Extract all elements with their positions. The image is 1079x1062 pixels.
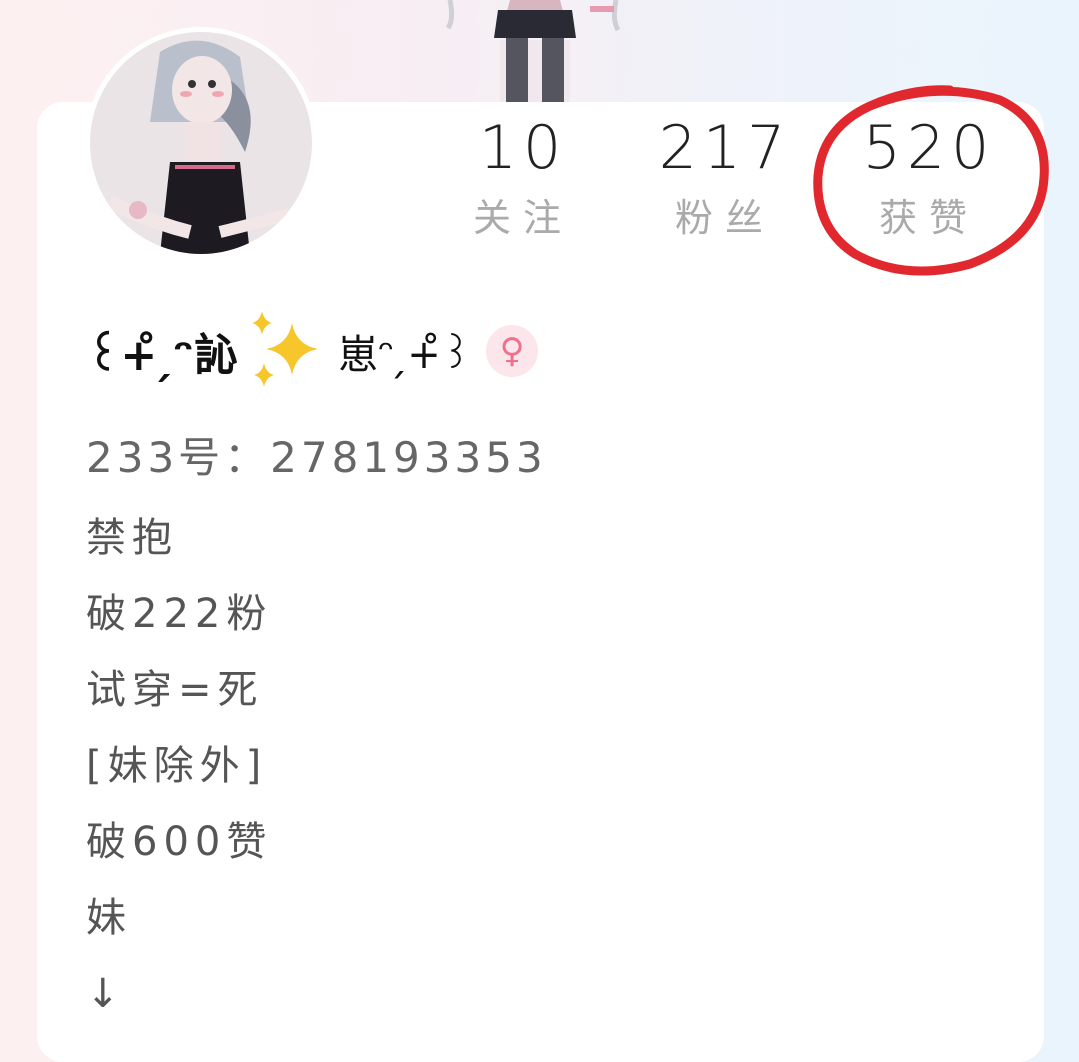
bio-line: 妹 bbox=[86, 895, 132, 941]
female-icon: ♀ bbox=[486, 325, 539, 377]
background-character-figure bbox=[445, 0, 621, 110]
likes-label: 获赞 bbox=[878, 196, 979, 240]
profile-name-row: ꒰+̊ ̗ᵔ訫 崽ᵔ ̗+̊꒱ ♀ bbox=[86, 306, 539, 396]
profile-bio: 禁抱 破222粉 试穿=死 [妹除外] 破600赞 妹 ↓ bbox=[86, 508, 272, 1040]
fans-count: 217 bbox=[658, 113, 792, 183]
fans-label: 粉丝 bbox=[674, 196, 775, 240]
sparkles-icon bbox=[252, 311, 319, 387]
bio-line: 破222粉 bbox=[86, 591, 273, 637]
likes-count: 520 bbox=[862, 113, 996, 183]
bio-line: ↓ bbox=[86, 971, 126, 1017]
avatar-image bbox=[90, 32, 312, 254]
bio-line: [妹除外] bbox=[86, 743, 268, 789]
bio-line: 禁抱 bbox=[86, 515, 178, 561]
profile-name-part1: ꒰+̊ ̗ᵔ訫 bbox=[86, 330, 239, 381]
bio-line: 破600赞 bbox=[86, 819, 273, 865]
stat-fans[interactable]: 217 粉丝 bbox=[640, 118, 810, 240]
avatar[interactable] bbox=[85, 27, 317, 259]
stat-following[interactable]: 10 关注 bbox=[438, 118, 608, 240]
following-count: 10 bbox=[478, 113, 568, 183]
bio-line: 试穿=死 bbox=[86, 667, 264, 713]
following-label: 关注 bbox=[472, 196, 573, 240]
stat-likes[interactable]: 520 获赞 bbox=[844, 118, 1014, 240]
profile-name-part2: 崽ᵔ ̗+̊꒱ bbox=[338, 332, 473, 378]
user-id[interactable]: 233号：278193353 bbox=[86, 424, 547, 485]
